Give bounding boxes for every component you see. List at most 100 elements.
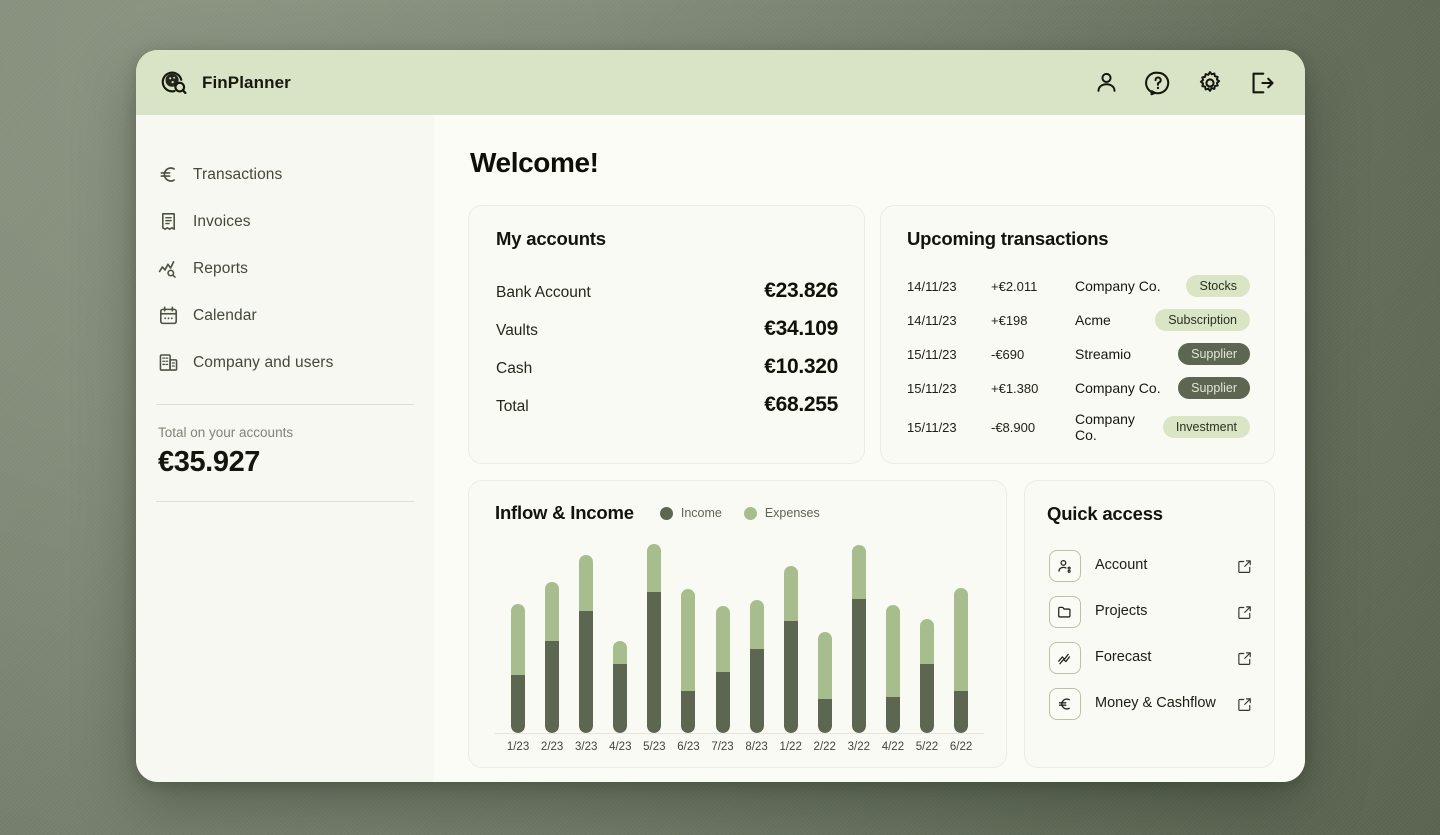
app-window: FinPlanner [136,50,1305,782]
chart-bar-column [842,544,876,733]
account-value: €10.320 [764,355,838,379]
sidebar-item-calendar[interactable]: Calendar [136,292,434,339]
account-row: Vaults €34.109 [496,310,838,348]
trend-line-icon [1049,642,1081,674]
account-name: Total [496,398,529,416]
transaction-amount: +€198 [991,313,1063,328]
chart-bar[interactable] [852,545,866,733]
external-link-icon[interactable] [1237,651,1252,666]
chart-bar-segment-income [818,699,832,733]
status-badge: Supplier [1178,343,1250,365]
chart-bar[interactable] [750,600,764,733]
transaction-amount: -€690 [991,347,1063,362]
chart-x-tick-label: 5/23 [637,741,671,753]
chart-bar[interactable] [511,604,525,733]
chart-bar[interactable] [579,555,593,734]
quick-access-item-account[interactable]: Account [1047,543,1254,589]
help-icon[interactable] [1145,70,1171,96]
sidebar-divider-bottom [156,501,414,502]
quick-access-title: Quick access [1047,503,1254,525]
legend-label: Income [681,506,722,520]
account-row: Bank Account €23.826 [496,272,838,310]
quick-access-item-forecast[interactable]: Forecast [1047,635,1254,681]
quick-access-card: Quick access Account [1024,480,1275,768]
logout-icon[interactable] [1249,70,1275,96]
external-link-icon[interactable] [1237,605,1252,620]
person-add-icon [1049,550,1081,582]
account-value: €68.255 [764,393,838,417]
page-title: Welcome! [470,147,1275,179]
sidebar-total-label: Total on your accounts [158,425,412,440]
legend-item-income: Income [660,506,722,520]
account-value: €34.109 [764,317,838,341]
chart-bar-column [876,544,910,733]
chart-bar[interactable] [681,589,695,733]
table-row[interactable]: 14/11/23 +€198 Acme Subscription [907,303,1250,337]
chart-bar-segment-expenses [886,605,900,697]
quick-access-item-projects[interactable]: Projects [1047,589,1254,635]
transaction-party: Company Co. [1075,380,1166,396]
transaction-party: Company Co. [1075,278,1174,294]
sidebar-item-transactions[interactable]: Transactions [136,151,434,198]
chart-bar[interactable] [716,606,730,733]
sidebar-item-reports[interactable]: Reports [136,245,434,292]
chart-x-tick-label: 5/22 [910,741,944,753]
chart-bar[interactable] [818,632,832,733]
chart-bar[interactable] [613,641,627,733]
chart-bar[interactable] [920,619,934,733]
chart-x-tick-label: 2/23 [535,741,569,753]
chart-header: Inflow & Income Income Expenses [495,502,984,524]
table-row[interactable]: 15/11/23 -€690 Streamio Supplier [907,337,1250,371]
external-link-icon[interactable] [1237,559,1252,574]
chart-bar-column [705,544,739,733]
legend-item-expenses: Expenses [744,506,820,520]
euro-icon [1049,688,1081,720]
chart-bar-segment-expenses [784,566,798,621]
chart-bar-segment-income [681,691,695,733]
chart-bar[interactable] [886,605,900,733]
chart-bar-column [671,544,705,733]
globe-search-icon [158,68,188,98]
table-row[interactable]: 15/11/23 -€8.900 Company Co. Investment [907,405,1250,449]
chart-bar[interactable] [954,588,968,733]
building-icon [158,352,179,373]
sidebar-item-company-and-users[interactable]: Company and users [136,339,434,386]
chart-bar-segment-income [886,697,900,733]
chart-bar-segment-income [716,672,730,733]
quick-access-label: Money & Cashflow [1095,695,1223,712]
chart-bar-segment-expenses [750,600,764,649]
brand[interactable]: FinPlanner [158,68,291,98]
chart-bar-segment-income [511,675,525,733]
chart-bar-segment-expenses [579,555,593,612]
status-badge: Supplier [1178,377,1250,399]
sidebar-item-invoices[interactable]: Invoices [136,198,434,245]
chart-bar[interactable] [647,544,661,733]
upcoming-transactions-title: Upcoming transactions [907,228,1250,250]
chart-x-tick-label: 8/23 [740,741,774,753]
chart-bar-column [774,544,808,733]
chart-bar-segment-expenses [954,588,968,691]
settings-gear-icon[interactable] [1197,70,1223,96]
chart-x-tick-label: 4/23 [603,741,637,753]
chart-bar[interactable] [784,566,798,733]
chart-bar-column [637,544,671,733]
chart-bar-segment-expenses [681,589,695,691]
profile-icon[interactable] [1094,70,1119,95]
table-row[interactable]: 15/11/23 +€1.380 Company Co. Supplier [907,371,1250,405]
transaction-date: 15/11/23 [907,420,979,435]
transaction-party: Streamio [1075,346,1166,362]
chart-search-icon [158,258,179,279]
sidebar-item-label: Reports [193,260,248,278]
bottom-cards-row: Inflow & Income Income Expenses [468,480,1275,768]
inflow-income-chart-card: Inflow & Income Income Expenses [468,480,1007,768]
my-accounts-card: My accounts Bank Account €23.826 Vaults … [468,205,865,464]
chart-x-tick-label: 1/23 [501,741,535,753]
external-link-icon[interactable] [1237,697,1252,712]
chart-bar-segment-expenses [920,619,934,664]
chart-bar[interactable] [545,582,559,733]
chart-bar-segment-income [784,621,798,733]
quick-access-item-money-and-cashflow[interactable]: Money & Cashflow [1047,681,1254,727]
account-name: Vaults [496,322,538,340]
transaction-party: Acme [1075,312,1143,328]
table-row[interactable]: 14/11/23 +€2.011 Company Co. Stocks [907,269,1250,303]
